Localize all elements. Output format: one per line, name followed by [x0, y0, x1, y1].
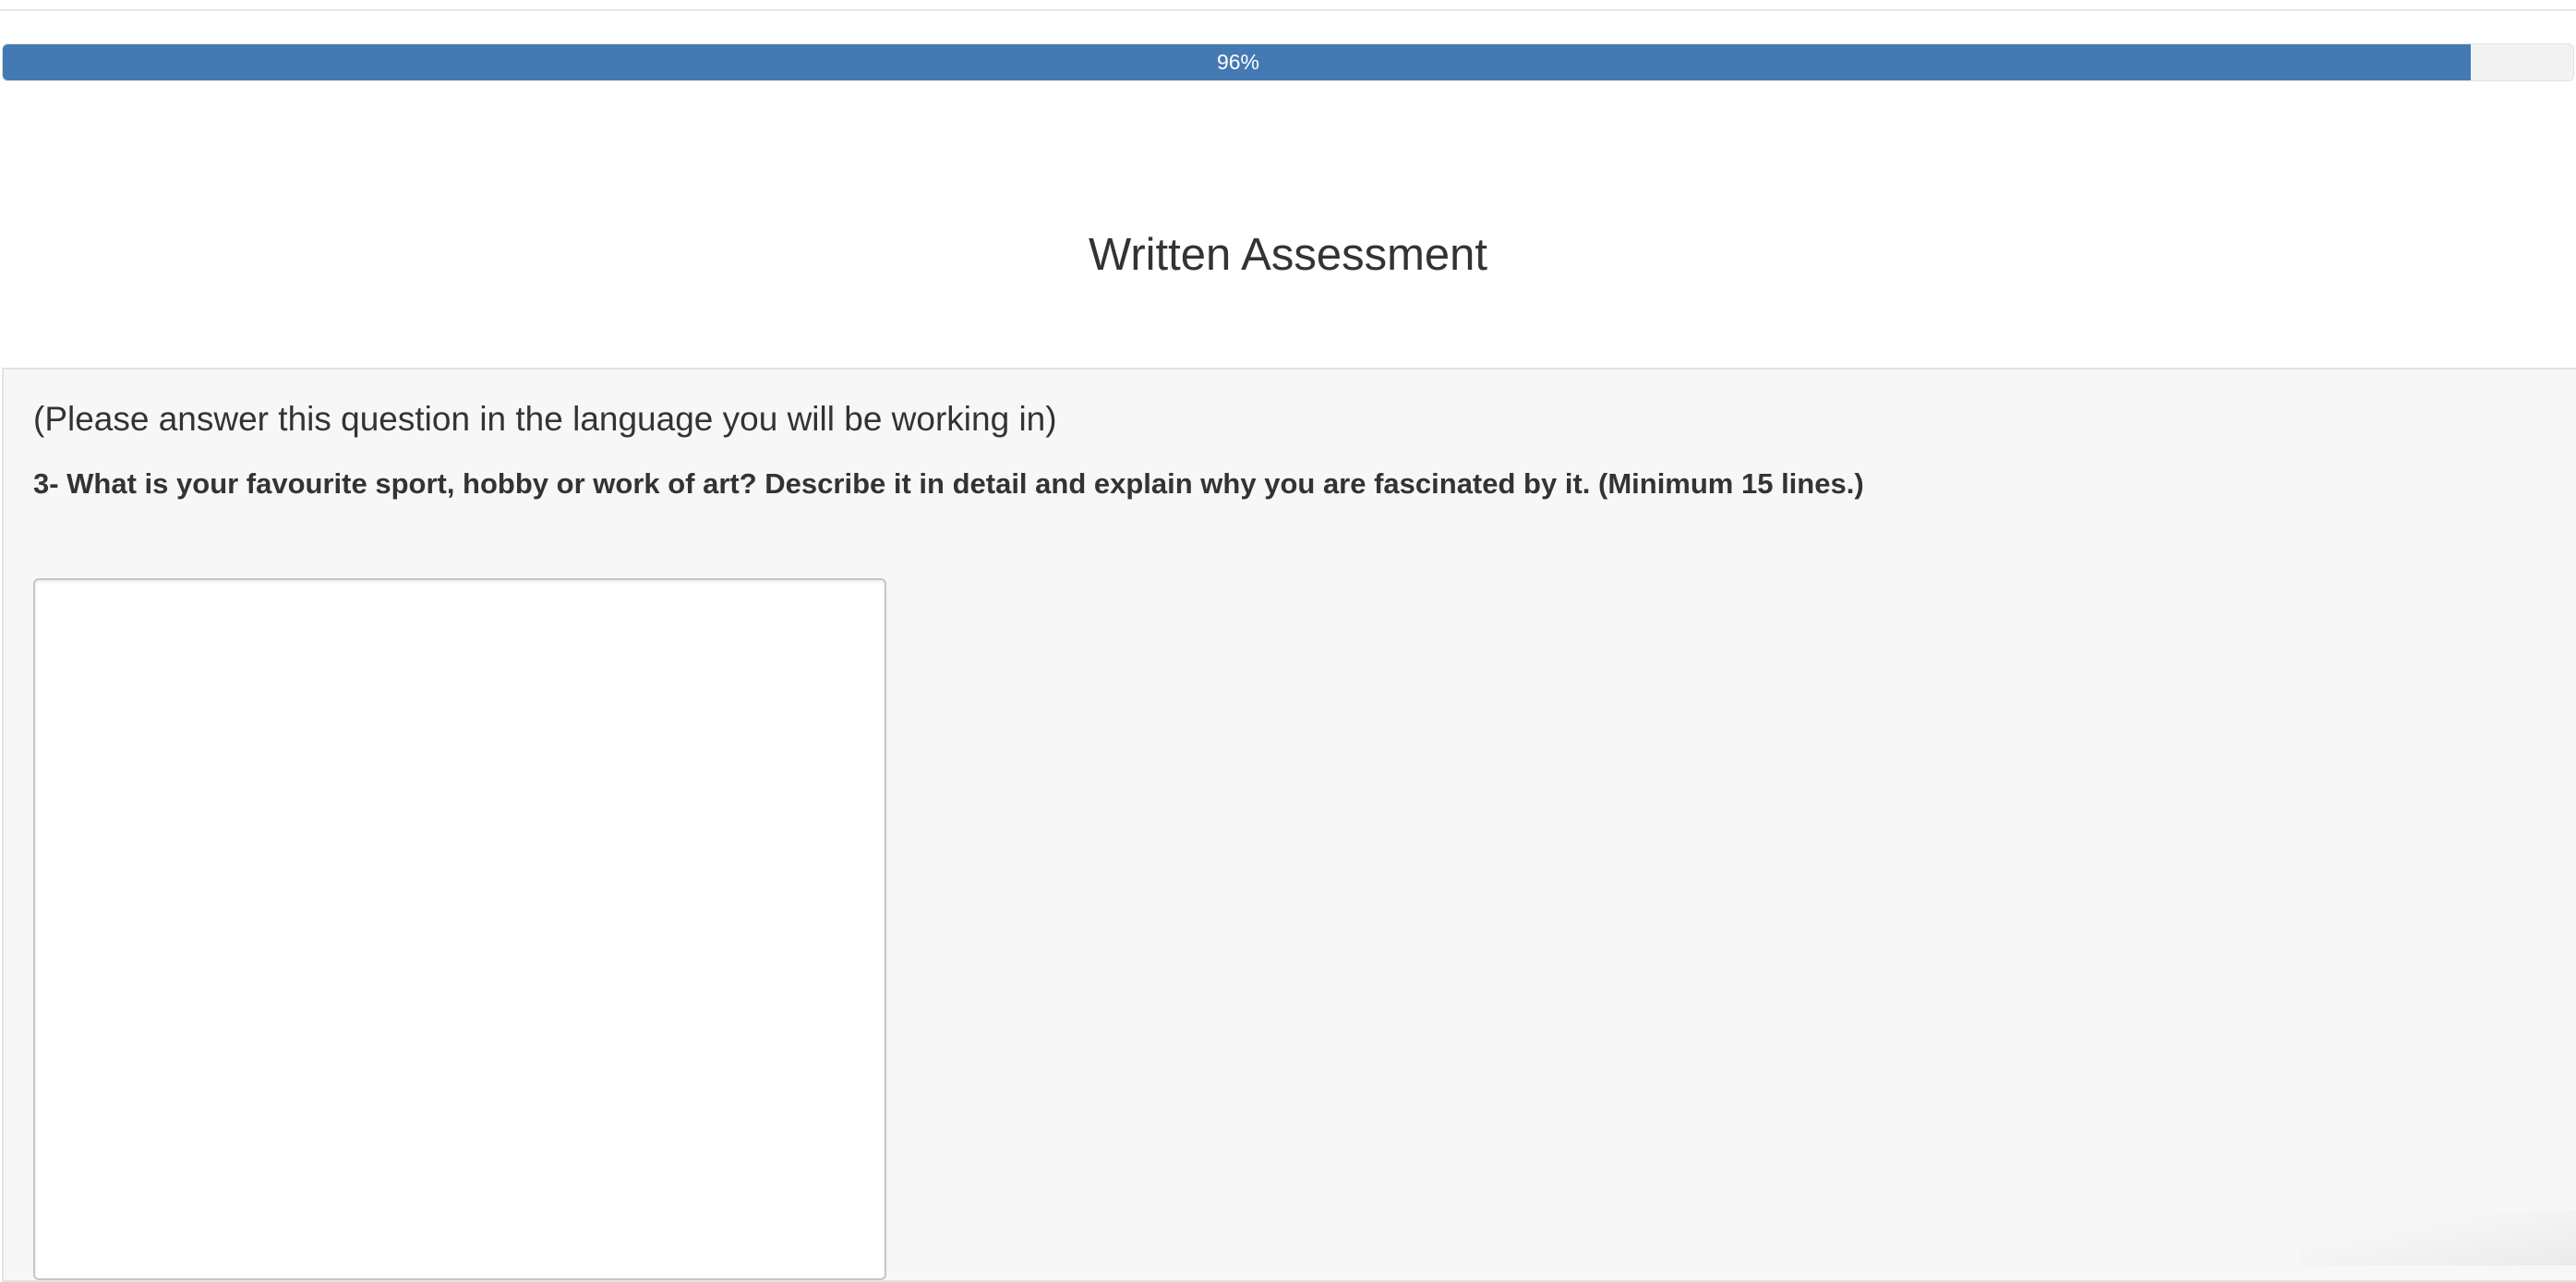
answer-textarea[interactable] [33, 578, 886, 1280]
progress-bar: 96% [2, 43, 2574, 81]
question-instructions: (Please answer this question in the lang… [33, 395, 1057, 443]
page-title: Written Assessment [0, 224, 2576, 286]
top-divider [0, 9, 2576, 11]
progress-label: 96% [3, 44, 2474, 80]
question-panel: (Please answer this question in the lang… [2, 368, 2576, 1282]
question-text: 3- What is your favourite sport, hobby o… [33, 464, 1864, 504]
